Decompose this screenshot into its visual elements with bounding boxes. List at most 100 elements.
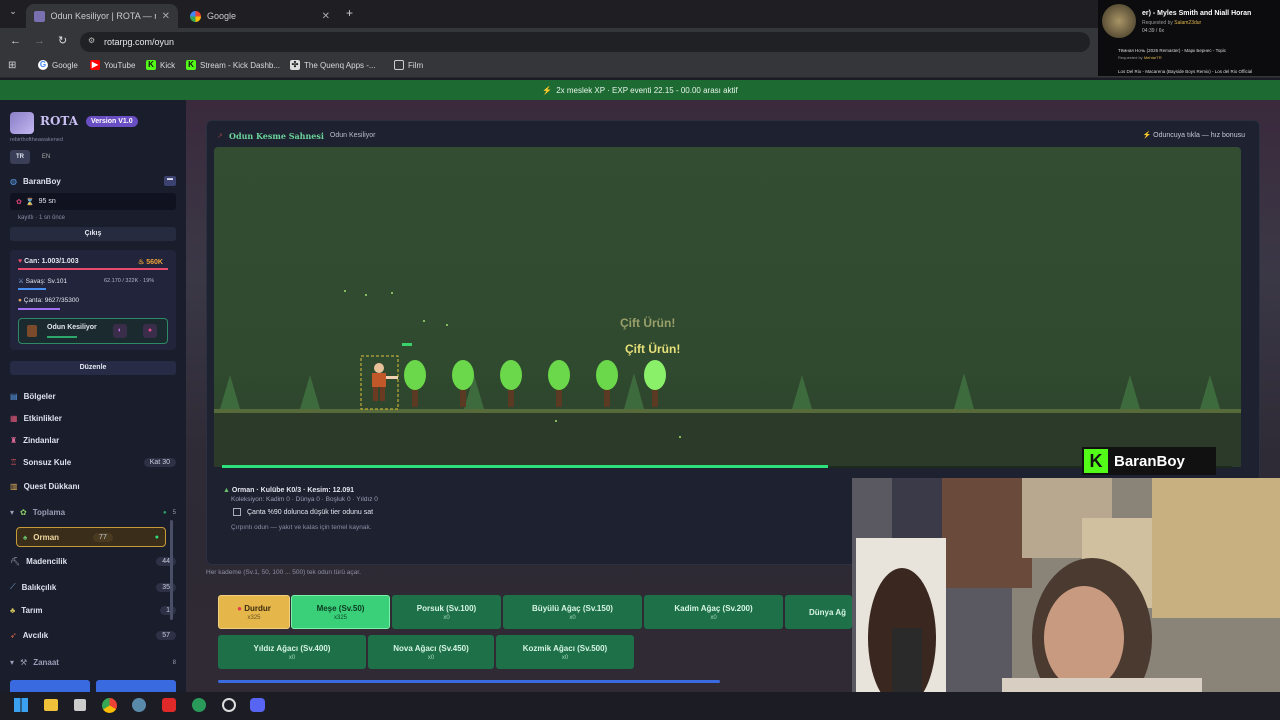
- new-tab-plus-icon[interactable]: +: [346, 6, 353, 20]
- requester: Salam23dur: [1174, 20, 1202, 26]
- menu-label: Balıkçılık: [21, 582, 57, 592]
- rota-favicon-icon: [34, 10, 45, 22]
- site-info-icon[interactable]: ⚙: [88, 36, 95, 45]
- bookmark-film[interactable]: Film: [394, 60, 423, 70]
- close-icon[interactable]: ✕: [162, 11, 170, 22]
- save-status: kayıtlı · 1 sn önce: [18, 215, 66, 221]
- tree-6[interactable]: [644, 360, 666, 407]
- menu-badge: 5: [172, 509, 176, 516]
- sell-checkbox[interactable]: [233, 508, 241, 516]
- bag-row: ● Çanta: 9627/35300: [18, 297, 79, 304]
- webcam-image: [852, 478, 1280, 720]
- wood-star-button[interactable]: Yıldız Ağacı (Sv.400) x0: [218, 635, 366, 669]
- windows-start-icon[interactable]: [14, 698, 28, 712]
- edit-button[interactable]: Düzenle: [10, 361, 176, 375]
- button-label: Durdur: [244, 603, 271, 613]
- menu-badge: 44: [156, 557, 176, 566]
- menu-bolgeler[interactable]: ▤ Bölgeler: [10, 392, 176, 401]
- menu-tarim[interactable]: ♣ Tarım 1: [10, 606, 176, 615]
- youtube-icon: ▶: [90, 60, 100, 70]
- logout-button[interactable]: Çıkış: [10, 227, 176, 241]
- sell-checkbox-row[interactable]: Çanta %90 dolunca düşük tier odunu sat: [233, 508, 863, 516]
- omnibox[interactable]: ⚙ rotarpg.com/oyun: [80, 32, 1090, 52]
- menu-sonsuz-kule[interactable]: ♖ Sonsuz Kule Kat 30: [10, 458, 176, 467]
- potion-icon[interactable]: ◐: [113, 324, 127, 338]
- bookmark-google[interactable]: G Google: [38, 60, 78, 70]
- menu-avcilik[interactable]: ➶ Avcılık 57: [10, 631, 176, 640]
- wood-oak-button[interactable]: Meşe (Sv.50) x325: [291, 595, 390, 629]
- menu-toplama[interactable]: ▾ ✿ Toplama ● 5: [10, 508, 176, 517]
- wood-yew-button[interactable]: Porsuk (Sv.100) x0: [392, 595, 501, 629]
- close-icon[interactable]: ✕: [322, 11, 330, 22]
- chrome-icon[interactable]: [102, 698, 117, 713]
- gold-text: 560K: [146, 259, 163, 266]
- discord-icon[interactable]: [250, 698, 265, 712]
- fishing-rod-icon: ⟋: [10, 582, 16, 591]
- wood-ancient-button[interactable]: Kadim Ağaç (Sv.200) x0: [644, 595, 783, 629]
- wood-cosmic-button[interactable]: Kozmik Ağacı (Sv.500) x0: [496, 635, 634, 669]
- axe-icon: ⸕: [217, 131, 223, 140]
- forest-scene[interactable]: Çift Ürün! Çift Ürün!: [214, 147, 1241, 468]
- wood-world-button[interactable]: Dünya Ağ: [785, 595, 852, 629]
- file-explorer-icon[interactable]: [44, 699, 58, 711]
- button-count: x325: [247, 614, 261, 621]
- sidebar-footer-button-left[interactable]: [10, 680, 90, 692]
- bookmark-label: Film: [408, 60, 424, 70]
- activity-card[interactable]: Odun Kesiliyor ◐ ●: [18, 318, 168, 344]
- app-icon[interactable]: [222, 698, 236, 712]
- wood-nova-button[interactable]: Nova Ağacı (Sv.450) x0: [368, 635, 494, 669]
- chat-icon[interactable]: ▬: [164, 176, 176, 186]
- menu-balikcilik[interactable]: ⟋ Balıkçılık 35: [10, 582, 176, 592]
- button-count: x0: [569, 614, 576, 621]
- wood-magic-button[interactable]: Büyülü Ağaç (Sv.150) x0: [503, 595, 642, 629]
- ground-strip: [214, 409, 1241, 413]
- menu-badge: 1: [160, 606, 176, 615]
- button-label: Kozmik Ağacı (Sv.500): [522, 643, 608, 653]
- kick-logo-icon: K: [1084, 449, 1108, 473]
- button-label: Yıldız Ağacı (Sv.400): [253, 643, 331, 653]
- app-icon[interactable]: [132, 698, 146, 712]
- brand-title: ROTA: [40, 114, 79, 128]
- tree-4[interactable]: [548, 360, 570, 407]
- bookmark-quenq[interactable]: ✣ The Quenq Apps -...: [290, 60, 376, 70]
- tab-rota[interactable]: Odun Kesiliyor | ROTA — rot ✕: [26, 4, 178, 28]
- scene-header: ⸕ Odun Kesme Sahnesi Odun Kesiliyor: [217, 130, 375, 141]
- forward-arrow-icon[interactable]: →: [34, 35, 45, 47]
- info-text: Orman · Kulübe K0/3 · Kesim: 12.091: [231, 487, 355, 494]
- menu-orman[interactable]: ♠ Orman 77 ●: [16, 527, 166, 547]
- menu-zanaat[interactable]: ▾ ⚒ Zanaat 8: [10, 658, 176, 667]
- lang-tr-button[interactable]: TR: [10, 150, 30, 164]
- button-count: x0: [288, 654, 296, 661]
- hp-row: ♥ Can: 1.003/1.003: [18, 258, 79, 265]
- stop-button[interactable]: ● Durdur x325: [218, 595, 290, 629]
- store-icon[interactable]: [74, 699, 86, 711]
- tree-5[interactable]: [596, 360, 618, 407]
- tab-list-chevron-icon[interactable]: ⌄: [6, 6, 20, 20]
- play-info: 04:39 / 6x: [1142, 28, 1164, 34]
- flash-app-icon[interactable]: [162, 698, 176, 712]
- bookmark-stream[interactable]: K Stream - Kick Dashb...: [186, 60, 280, 70]
- menu-zindanlar[interactable]: ♜ Zindanlar: [10, 436, 176, 445]
- rose-icon: ✿: [16, 198, 22, 206]
- bookmark-kick[interactable]: K Kick: [146, 60, 175, 70]
- address-toolbar: ← → ↻ ⚙ rotarpg.com/oyun: [0, 28, 1280, 56]
- back-arrow-icon[interactable]: ←: [10, 35, 21, 47]
- hammer-icon: ⚒: [20, 658, 28, 667]
- record-icon[interactable]: ●: [143, 324, 157, 338]
- apps-grid-icon[interactable]: ⊞: [8, 60, 16, 71]
- reload-icon[interactable]: ↻: [58, 34, 67, 47]
- lang-en-button[interactable]: EN: [36, 150, 56, 164]
- album-art: [1102, 4, 1136, 38]
- menu-quest-dukkani[interactable]: ▥ Quest Dükkanı: [10, 482, 176, 491]
- tab-google[interactable]: Google ✕: [182, 4, 338, 28]
- tree-1[interactable]: [404, 360, 426, 407]
- sidebar-scrollbar[interactable]: [170, 520, 173, 620]
- menu-etkinlikler[interactable]: ▦ Etkinlikler: [10, 414, 176, 423]
- vpn-icon[interactable]: [192, 698, 206, 712]
- bookmark-youtube[interactable]: ▶ YouTube: [90, 60, 135, 70]
- menu-madencilik[interactable]: ⛏ Madencilik 44: [10, 557, 176, 566]
- play-time: 04:39: [1142, 28, 1155, 34]
- button-scrollbar[interactable]: [218, 680, 720, 683]
- tree-3[interactable]: [500, 360, 522, 407]
- sidebar-footer-button-right[interactable]: [96, 680, 176, 692]
